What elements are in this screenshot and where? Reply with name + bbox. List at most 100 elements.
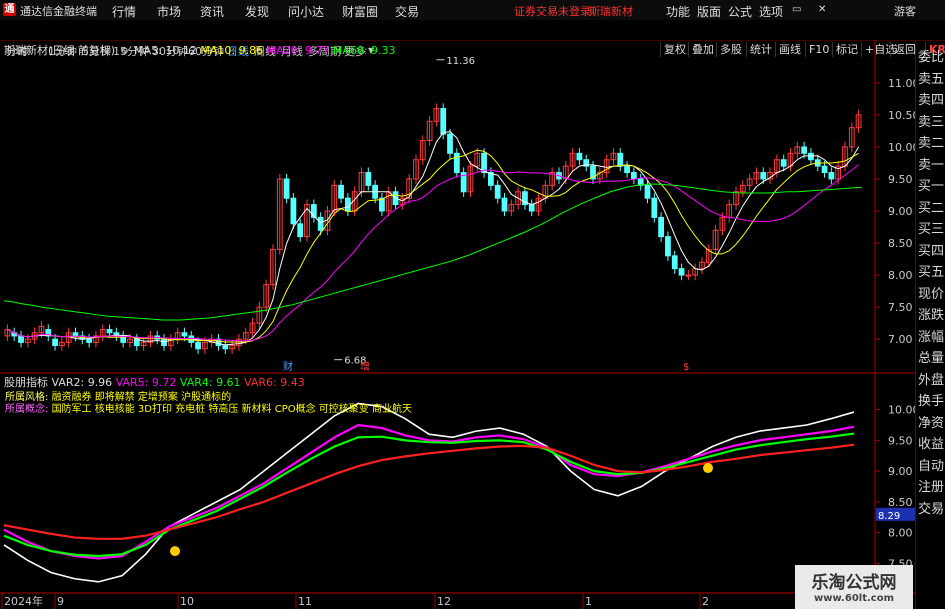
price-tick-label: 8.00 bbox=[888, 269, 913, 282]
menu-item-layout[interactable]: 版面 bbox=[697, 3, 721, 20]
sidebar-item-19[interactable]: 自动 bbox=[918, 455, 944, 474]
sidebar-item-15[interactable]: 外盘 bbox=[918, 369, 944, 388]
time-tick-label: 2 bbox=[702, 595, 709, 608]
time-tick-label: 11 bbox=[298, 595, 312, 608]
ma5-legend: MA5: 10.12 bbox=[134, 44, 197, 57]
time-tick-label: 12 bbox=[437, 595, 451, 608]
sidebar-item-9[interactable]: 买四 bbox=[918, 240, 944, 259]
event-marker: $ bbox=[683, 362, 689, 373]
menu-item-formula[interactable]: 公式 bbox=[728, 3, 752, 20]
indicator-tick-label: 10.00 bbox=[888, 404, 915, 417]
menu-item-options[interactable]: 选项 bbox=[759, 3, 783, 20]
sidebar-item-5[interactable]: 卖一 bbox=[918, 154, 944, 173]
candle-body bbox=[821, 165, 828, 174]
sidebar-item-4[interactable]: 卖二 bbox=[918, 132, 944, 151]
sidebar-item-21[interactable]: 交易 bbox=[918, 498, 944, 517]
price-tick-label: 9.00 bbox=[888, 205, 913, 218]
sidebar-item-7[interactable]: 买二 bbox=[918, 197, 944, 216]
indicator-line-var2 bbox=[3, 402, 855, 583]
ma20-line bbox=[7, 164, 859, 342]
watermark: 乐淘公式网 www.60lt.com bbox=[795, 565, 913, 609]
var6-legend: VAR6: 9.43 bbox=[244, 376, 305, 389]
menu-item-market[interactable]: 市场 bbox=[157, 3, 181, 20]
watermark-url: www.60lt.com bbox=[813, 593, 894, 604]
candle-body bbox=[365, 172, 372, 186]
quote-sidebar: 委比卖五卖四卖三卖二卖一买一买二买三买四买五现价涨跌涨幅总量外盘换手净资收益自动… bbox=[915, 40, 945, 609]
app-title: 通达信金融终端 bbox=[20, 5, 97, 18]
candle-body bbox=[106, 329, 113, 334]
candlestick-series bbox=[3, 103, 863, 354]
indicator-title: 股朋指标 VAR2: 9.96 VAR5: 9.72 VAR4: 9.61 VA… bbox=[4, 374, 305, 390]
candle-body bbox=[760, 172, 767, 180]
menu-item-news[interactable]: 资讯 bbox=[200, 3, 224, 20]
indicator-tick-label: 8.50 bbox=[888, 496, 913, 509]
candle-body bbox=[290, 197, 297, 225]
sidebar-item-17[interactable]: 净资 bbox=[918, 412, 944, 431]
price-tick-label: 7.50 bbox=[888, 301, 913, 314]
ma10-line bbox=[7, 149, 859, 343]
sidebar-item-6[interactable]: 买一 bbox=[918, 175, 944, 194]
menu-item-function[interactable]: 功能 bbox=[666, 3, 690, 20]
var4-legend: VAR4: 9.61 bbox=[179, 376, 241, 389]
candle-body bbox=[297, 223, 304, 238]
sidebar-item-2[interactable]: 卖四 bbox=[918, 89, 944, 108]
minimize-icon[interactable]: ▭ bbox=[792, 4, 801, 15]
candle-body bbox=[222, 345, 229, 350]
menu-item-quotes[interactable]: 行情 bbox=[112, 3, 136, 20]
chart-canvas[interactable]: 11.00 10.50 10.00 9.50 9.00 8.50 8.00 7.50 7.00 1… bbox=[0, 40, 915, 609]
candle-body bbox=[576, 152, 583, 161]
candle-body bbox=[161, 338, 167, 347]
event-marker: 财 bbox=[283, 360, 293, 373]
high-price-label: 11.36 bbox=[446, 56, 475, 67]
sidebar-item-0[interactable]: 委比 bbox=[918, 46, 944, 65]
settings-icon[interactable]: ⚙ bbox=[121, 47, 129, 57]
sidebar-item-11[interactable]: 现价 bbox=[918, 283, 944, 302]
candle-body bbox=[678, 268, 685, 276]
menu-item-discover[interactable]: 发现 bbox=[245, 3, 269, 20]
sidebar-item-13[interactable]: 涨幅 bbox=[918, 326, 944, 345]
sidebar-item-3[interactable]: 卖三 bbox=[918, 111, 944, 130]
candle-body bbox=[86, 338, 93, 343]
indicator-line-var6 bbox=[3, 443, 855, 540]
sidebar-item-14[interactable]: 总量 bbox=[918, 347, 944, 366]
sidebar-item-16[interactable]: 换手 bbox=[918, 390, 944, 409]
title-bar: 通 通达信金融终端 行情 市场 资讯 发现 问小达 财富圈 交易 证券交易未登录… bbox=[0, 0, 945, 21]
indicator-tick-label: 8.00 bbox=[888, 527, 913, 540]
menu-item-ask[interactable]: 问小达 bbox=[288, 3, 324, 20]
candle-body bbox=[528, 204, 535, 212]
candle-body bbox=[671, 255, 678, 270]
ma10-legend: MA10: 9.86 bbox=[200, 44, 264, 57]
concept-label: 所属概念: bbox=[5, 404, 49, 415]
sidebar-item-1[interactable]: 卖五 bbox=[918, 68, 944, 87]
indicator-name: 股朋指标 bbox=[4, 376, 48, 389]
ma5-line bbox=[7, 131, 860, 346]
stock-info: 所属风格: 融资融券 即将解禁 定增预案 沪股通标的 所属概念: 国防军工 核电… bbox=[5, 392, 412, 416]
guest-label[interactable]: 游客 bbox=[894, 3, 916, 19]
menu-item-wealth[interactable]: 财富圈 bbox=[342, 3, 378, 20]
current-value-label: 8.29 bbox=[878, 511, 900, 522]
sidebar-item-12[interactable]: 涨跌 bbox=[918, 304, 944, 323]
style-label: 所属风格: bbox=[5, 392, 49, 403]
dollar-icon bbox=[703, 463, 713, 474]
var5-legend: VAR5: 9.72 bbox=[115, 376, 177, 389]
candle-body bbox=[801, 146, 808, 154]
indicator-lines bbox=[3, 402, 855, 583]
price-chart-name: 斯瑞新材(日线 前复权) bbox=[4, 44, 116, 57]
candle-body bbox=[195, 341, 201, 350]
candle-body bbox=[617, 152, 624, 167]
sidebar-item-8[interactable]: 买三 bbox=[918, 218, 944, 237]
candle-body bbox=[658, 216, 665, 238]
close-icon[interactable]: ✕ bbox=[818, 4, 826, 15]
sidebar-item-18[interactable]: 收益 bbox=[918, 433, 944, 452]
login-warning[interactable]: 证券交易未登录 bbox=[514, 3, 591, 19]
menu-item-trade[interactable]: 交易 bbox=[395, 3, 419, 20]
candle-body bbox=[52, 338, 58, 347]
smiley-icon bbox=[170, 546, 180, 557]
sidebar-item-20[interactable]: 注册 bbox=[918, 476, 944, 495]
indicator-tick-label: 9.00 bbox=[888, 465, 913, 478]
candle-body bbox=[283, 178, 290, 199]
candle-body bbox=[501, 197, 508, 212]
candle-body bbox=[665, 236, 671, 257]
candle-body bbox=[624, 165, 630, 174]
sidebar-item-10[interactable]: 买五 bbox=[918, 261, 944, 280]
